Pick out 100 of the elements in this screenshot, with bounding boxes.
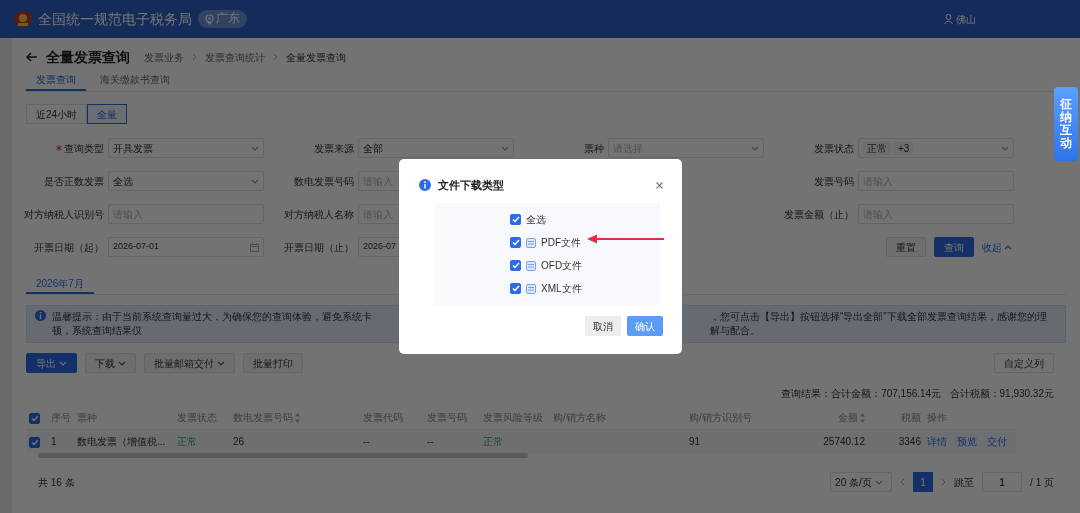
checkbox[interactable] [510, 237, 521, 248]
tab[interactable]: 2026年7月 [26, 273, 94, 294]
breadcrumb-item[interactable]: 发票业务 [144, 50, 184, 64]
field-label: 开票日期（起） [34, 240, 104, 254]
table-cell-text: 正常 [177, 434, 198, 448]
checkbox[interactable] [510, 214, 521, 225]
option-label[interactable]: 全选 [526, 213, 546, 226]
caret-icon [751, 145, 759, 151]
field-label: 查询类型 [64, 141, 104, 155]
file-icon [526, 283, 536, 294]
range-toggle[interactable]: 全量 [87, 104, 128, 124]
checkbox[interactable] [29, 413, 40, 425]
notice-text: 温馨提示：由于当前系统查询量过大，为确保您的查询体验，避免系统卡顿，系统查询结果仅 [52, 310, 373, 338]
field-label: 发票号码 [814, 174, 854, 188]
page-button[interactable]: 1 [913, 472, 934, 492]
chevron-icon [273, 53, 278, 61]
table-cell-text: 数电发票（增值税... [77, 434, 167, 448]
sort-icon[interactable] [295, 412, 300, 423]
select-field[interactable]: 全部 [358, 138, 514, 158]
notice-text: ，您可点击【导出】按钮选择“导出全部”下载全部发票查询结果，感谢您的理解与配合。 [710, 310, 1048, 338]
field-label: 数电发票号码 [294, 174, 354, 188]
prev-page-icon[interactable] [900, 478, 906, 486]
caret-icon [501, 145, 509, 151]
table-cell-text: 25740.12 [822, 434, 865, 448]
customize-columns-button[interactable]: 自定义列 [994, 353, 1054, 373]
table-cell-text: -- [363, 434, 371, 448]
checkbox[interactable] [29, 436, 40, 448]
site-title: 全国统一规范电子税务局 [38, 9, 192, 29]
info-icon [419, 179, 431, 191]
user-icon [944, 14, 953, 24]
info-icon [35, 310, 46, 321]
checkbox[interactable] [510, 283, 521, 294]
action-link[interactable]: 预览 [957, 434, 977, 448]
table-cell-text: 26 [233, 434, 246, 448]
tag: +3 [894, 141, 914, 155]
breadcrumb-item[interactable]: 发票查询统计 [205, 50, 265, 64]
tag: 正常 [863, 141, 891, 155]
field-label: 发票状态 [814, 141, 854, 155]
file-icon [526, 260, 536, 271]
collapse-link[interactable]: 收起 [982, 240, 1012, 254]
select-field[interactable]: 开具发票 [108, 138, 264, 158]
page-title: 全量发票查询 [46, 47, 130, 67]
reset-button[interactable]: 重置 [886, 237, 926, 257]
emblem-icon [14, 10, 32, 28]
close-icon[interactable] [656, 181, 663, 189]
caret-icon [118, 360, 126, 366]
dialog-title: 文件下载类型 [438, 177, 504, 193]
field-label: 是否正数发票 [44, 174, 104, 188]
table-cell-text: 91 [689, 434, 702, 448]
field-label: 发票来源 [314, 141, 354, 155]
file-icon [526, 237, 536, 248]
select-field[interactable]: 正常 +3 [858, 138, 1014, 158]
select-field[interactable]: 全选 [108, 171, 264, 191]
caret-icon [251, 178, 259, 184]
action-link[interactable]: 交付 [987, 434, 1007, 448]
breadcrumb-item: 全量发票查询 [286, 50, 346, 64]
page-size-select[interactable]: 20 条/页 [830, 472, 893, 492]
jump-label: 跳至 [954, 475, 975, 489]
location-icon [205, 13, 214, 25]
query-button[interactable]: 查询 [934, 237, 974, 257]
floating-help-button[interactable]: 征纳互动 [1054, 87, 1078, 161]
next-page-icon[interactable] [941, 478, 947, 486]
toolbar-button[interactable]: 批量打印 [243, 353, 303, 373]
option-label[interactable]: XML文件 [541, 282, 582, 295]
option-label[interactable]: OFD文件 [541, 259, 583, 272]
field-label: 对方纳税人识别号 [24, 207, 104, 221]
table-cell-text: 3346 [897, 434, 921, 448]
user-name[interactable]: 佛山 [956, 12, 976, 26]
chevron-up-icon [1004, 244, 1012, 250]
page-input[interactable]: 1 [982, 472, 1023, 492]
table-cell-text: 正常 [483, 434, 504, 448]
date-field[interactable]: 2026-07-01 [108, 237, 264, 257]
caret-icon [1001, 145, 1009, 151]
summary-text: 查询结果：合计金额：707,156.14元 合计税额：91,930.32元 [780, 387, 1054, 401]
total-count: 共 16 条 [38, 475, 75, 489]
chevron-icon [192, 53, 197, 61]
toolbar-button[interactable]: 下载 [85, 353, 136, 373]
field-label: 开票日期（止） [284, 240, 354, 254]
caret-icon [251, 145, 259, 151]
back-icon[interactable] [26, 52, 38, 62]
caret-icon [59, 360, 67, 366]
caret-icon [874, 479, 883, 485]
option-label[interactable]: PDF文件 [541, 236, 581, 249]
table-cell-text: 1 [51, 434, 58, 448]
range-toggle[interactable]: 近24小时 [26, 104, 88, 124]
tab[interactable]: 发票查询 [26, 70, 86, 91]
caret-icon [217, 360, 225, 366]
field-label: 票种 [584, 141, 604, 155]
field-label: 对方纳税人名称 [284, 207, 354, 221]
scrollbar[interactable] [38, 453, 528, 458]
field-label: 发票金额（止） [784, 207, 854, 221]
action-link[interactable]: 详情 [927, 434, 947, 448]
cancel-button[interactable]: 取消 [585, 316, 621, 336]
confirm-button[interactable]: 确认 [627, 316, 663, 336]
toolbar-button[interactable]: 批量邮箱交付 [144, 353, 235, 373]
table-cell-text: -- [427, 434, 435, 448]
sort-icon[interactable] [860, 412, 865, 423]
checkbox[interactable] [510, 260, 521, 271]
page-count: / 1 页 [1030, 475, 1054, 489]
toolbar-button[interactable]: 导出 [26, 353, 77, 373]
